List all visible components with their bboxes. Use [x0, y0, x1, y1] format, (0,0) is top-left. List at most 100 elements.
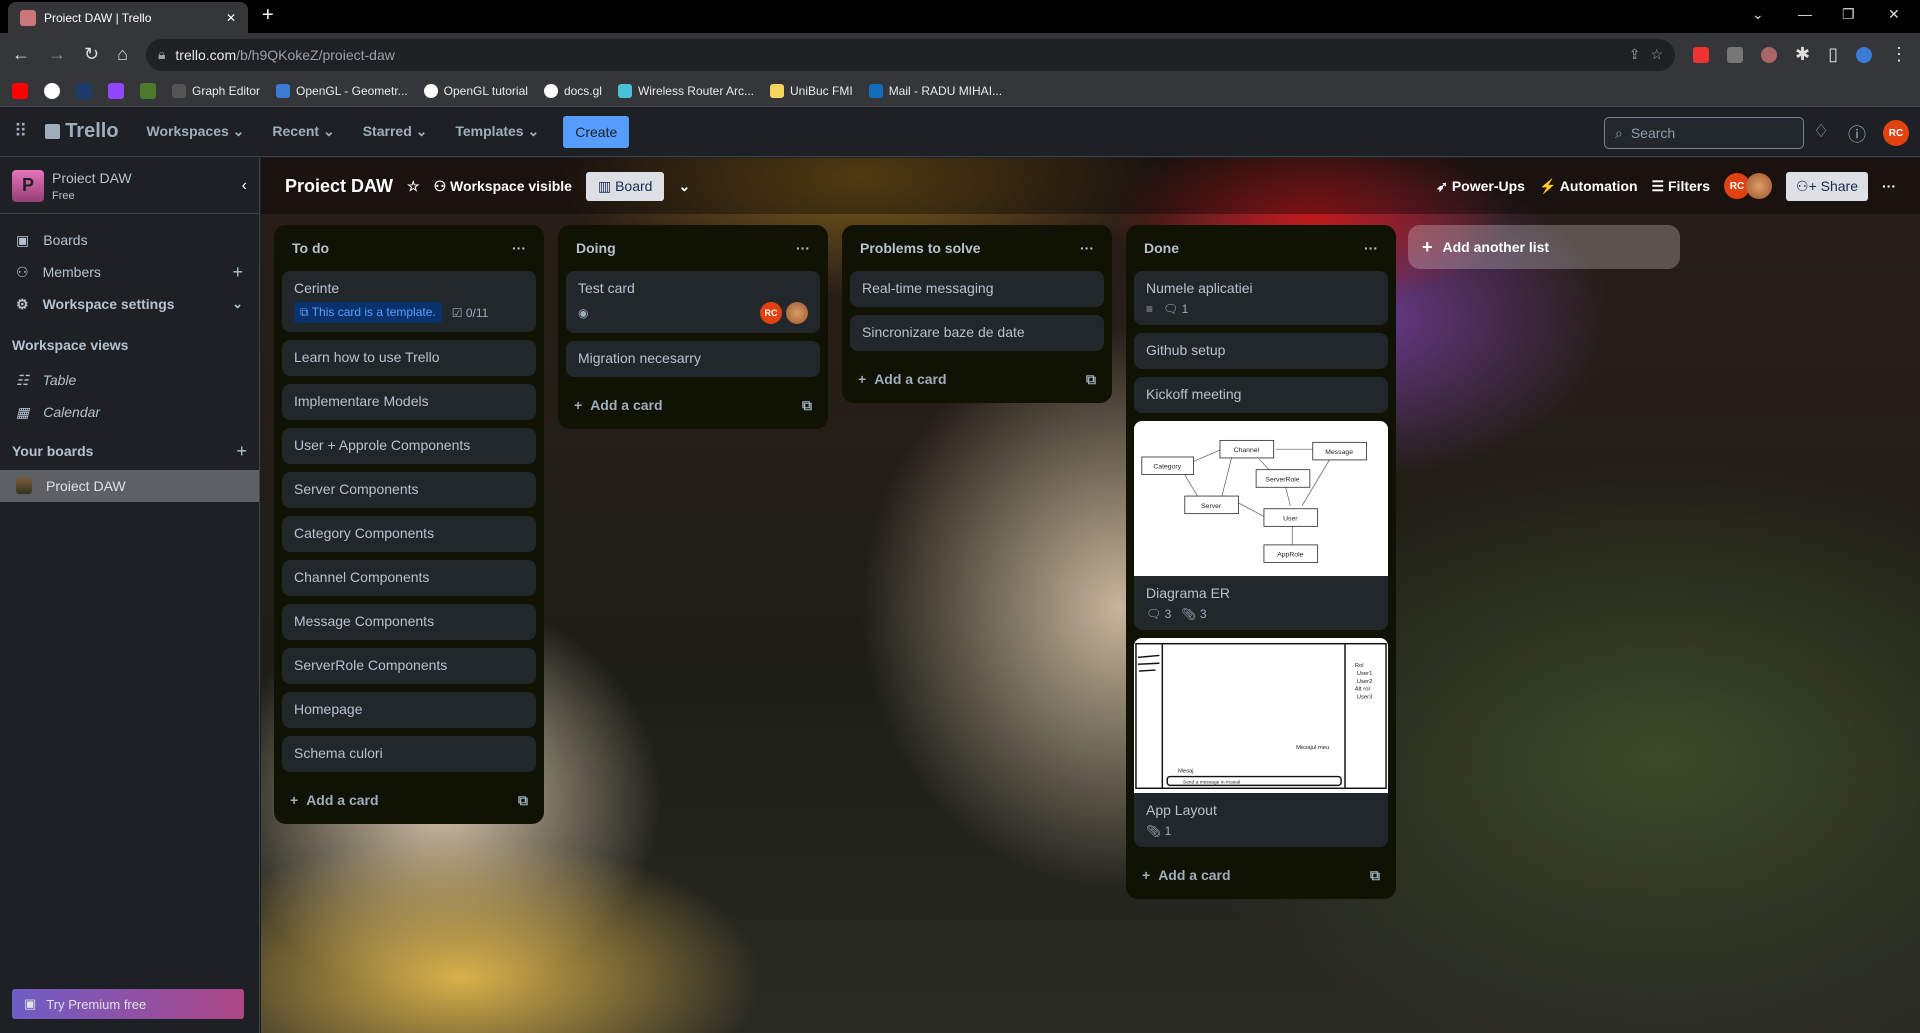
list-title[interactable]: Done: [1144, 240, 1179, 256]
adblock-icon[interactable]: [1693, 46, 1709, 63]
card[interactable]: Rol User1 User2 Alt rol User3 Mesajul me…: [1134, 638, 1388, 847]
card[interactable]: Channel Components: [282, 560, 536, 596]
template-icon[interactable]: ⧉: [518, 792, 528, 809]
bookmark[interactable]: OpenGL - Geometr...: [276, 84, 408, 98]
powerups-button[interactable]: ➶ Power-Ups: [1436, 178, 1525, 195]
card[interactable]: Category Channel Message ServerRole Serv…: [1134, 421, 1388, 630]
url-bar[interactable]: 🔒︎ trello.com/b/h9QKokeZ/proiect-daw ⇪ ☆: [145, 38, 1675, 71]
card[interactable]: ServerRole Components: [282, 648, 536, 684]
list-title[interactable]: To do: [292, 240, 329, 256]
bookmark[interactable]: Graph Editor: [172, 84, 260, 98]
create-button[interactable]: Create: [563, 115, 630, 148]
home-icon[interactable]: ⌂: [117, 44, 128, 65]
card[interactable]: Real-time messaging: [850, 271, 1104, 307]
help-icon[interactable]: ⓘ: [1848, 121, 1866, 147]
close-tab-icon[interactable]: ✕: [226, 11, 236, 25]
card[interactable]: Homepage: [282, 692, 536, 728]
filters-button[interactable]: ☰ Filters: [1652, 178, 1710, 195]
extension-icon[interactable]: [1761, 46, 1777, 63]
add-member-icon[interactable]: +: [232, 262, 243, 283]
sidebar-item-members[interactable]: ⚇ Members +: [0, 256, 259, 288]
twitch-icon[interactable]: [108, 83, 124, 99]
add-card-button[interactable]: + Add a card ⧉: [566, 385, 820, 425]
views-chevron-icon[interactable]: ⌄: [678, 178, 690, 195]
share-page-icon[interactable]: ⇪: [1629, 46, 1641, 63]
restore-icon[interactable]: ❐: [1842, 6, 1855, 23]
bookmark[interactable]: Wireless Router Arc...: [617, 84, 754, 98]
add-board-icon[interactable]: +: [236, 441, 247, 462]
list-menu-icon[interactable]: ···: [796, 240, 810, 256]
sidebar-item-table[interactable]: ☷ Table: [0, 364, 259, 396]
collapse-sidebar-icon[interactable]: ‹: [242, 177, 247, 195]
nav-recent[interactable]: Recent ⌄: [262, 117, 344, 146]
card[interactable]: Numele aplicatiei ≡ 🗨︎ 1: [1134, 271, 1388, 325]
add-another-list-button[interactable]: + Add another list: [1408, 225, 1680, 269]
card[interactable]: User + Approle Components: [282, 428, 536, 464]
bookmark[interactable]: OpenGL tutorial: [423, 84, 528, 98]
card[interactable]: Migration necesarry: [566, 341, 820, 377]
list-title[interactable]: Problems to solve: [860, 240, 981, 256]
nav-starred[interactable]: Starred ⌄: [353, 117, 438, 146]
nav-workspaces[interactable]: Workspaces ⌄: [137, 117, 255, 146]
card[interactable]: Test card ◉ RC: [566, 271, 820, 333]
reload-icon[interactable]: ↻: [84, 44, 99, 65]
bookmark-star-icon[interactable]: ☆: [1650, 46, 1663, 63]
bookmark[interactable]: Mail - RADU MIHAI...: [868, 84, 1002, 98]
sidebar-item-workspace-settings[interactable]: ⚙ Workspace settings ⌄: [0, 288, 259, 320]
profile-avatar[interactable]: [1856, 46, 1872, 63]
back-icon[interactable]: ←: [12, 44, 30, 65]
google-icon[interactable]: [44, 83, 60, 99]
add-card-button[interactable]: + Add a card ⧉: [1134, 855, 1388, 895]
puzzle-icon[interactable]: ✱: [1795, 44, 1810, 65]
bookmark-icon[interactable]: [76, 83, 92, 99]
card[interactable]: Github setup: [1134, 333, 1388, 369]
browser-tab[interactable]: Proiect DAW | Trello ✕: [8, 2, 248, 33]
add-card-button[interactable]: + Add a card ⧉: [850, 359, 1104, 399]
try-premium-button[interactable]: ▣ Try Premium free: [12, 989, 244, 1019]
new-tab-icon[interactable]: +: [262, 4, 274, 27]
card[interactable]: Implementare Models: [282, 384, 536, 420]
user-avatar[interactable]: RC: [1883, 120, 1909, 146]
menu-icon[interactable]: ⋮: [1890, 44, 1908, 65]
template-icon[interactable]: ⧉: [1370, 867, 1380, 884]
close-window-icon[interactable]: ✕: [1888, 6, 1900, 23]
bookmark-icon[interactable]: [140, 83, 156, 99]
list-menu-icon[interactable]: ···: [512, 240, 526, 256]
list-menu-icon[interactable]: ···: [1080, 240, 1094, 256]
board-view-button[interactable]: ▥ Board: [585, 171, 665, 201]
add-card-button[interactable]: + Add a card ⧉: [282, 780, 536, 820]
member-avatar[interactable]: [1746, 173, 1773, 199]
trello-logo[interactable]: Trello: [45, 120, 119, 143]
list-title[interactable]: Doing: [576, 240, 616, 256]
card[interactable]: Learn how to use Trello: [282, 340, 536, 376]
visibility-button[interactable]: ⚇ Workspace visible: [434, 178, 572, 195]
card[interactable]: Kickoff meeting: [1134, 377, 1388, 413]
star-icon[interactable]: ☆: [407, 178, 420, 195]
extension-icon[interactable]: [1727, 46, 1743, 63]
youtube-icon[interactable]: [12, 83, 28, 99]
app-switcher-icon[interactable]: ⠿: [14, 121, 27, 142]
template-icon[interactable]: ⧉: [1086, 371, 1096, 388]
bookmark[interactable]: UniBuc FMI: [770, 84, 853, 98]
forward-icon[interactable]: →: [48, 44, 66, 65]
nav-templates[interactable]: Templates ⌄: [445, 117, 549, 146]
notifications-icon[interactable]: ♢: [1813, 121, 1829, 142]
automation-button[interactable]: ⚡ Automation: [1539, 178, 1638, 195]
card[interactable]: Sincronizare baze de date: [850, 315, 1104, 351]
sidebar-board-proiect-daw[interactable]: Proiect DAW: [0, 470, 259, 502]
minimize-icon[interactable]: —: [1798, 6, 1812, 22]
card[interactable]: Server Components: [282, 472, 536, 508]
sidebar-item-boards[interactable]: ▣ Boards: [0, 224, 259, 256]
list-menu-icon[interactable]: ···: [1364, 240, 1378, 256]
board-title[interactable]: Proiect DAW: [285, 176, 393, 197]
card[interactable]: Cerinte ⧉ This card is a template. ☑ 0/11: [282, 271, 536, 332]
tab-search-icon[interactable]: ⌄: [1752, 6, 1764, 23]
bookmark[interactable]: docs.gl: [543, 84, 602, 98]
template-icon[interactable]: ⧉: [802, 397, 812, 414]
share-button[interactable]: ⚇+ Share: [1786, 171, 1868, 201]
sidebar-item-calendar[interactable]: ▦ Calendar: [0, 396, 259, 428]
card[interactable]: Message Components: [282, 604, 536, 640]
card[interactable]: Schema culori: [282, 736, 536, 772]
sidepanel-icon[interactable]: ▯: [1828, 44, 1838, 65]
card[interactable]: Category Components: [282, 516, 536, 552]
